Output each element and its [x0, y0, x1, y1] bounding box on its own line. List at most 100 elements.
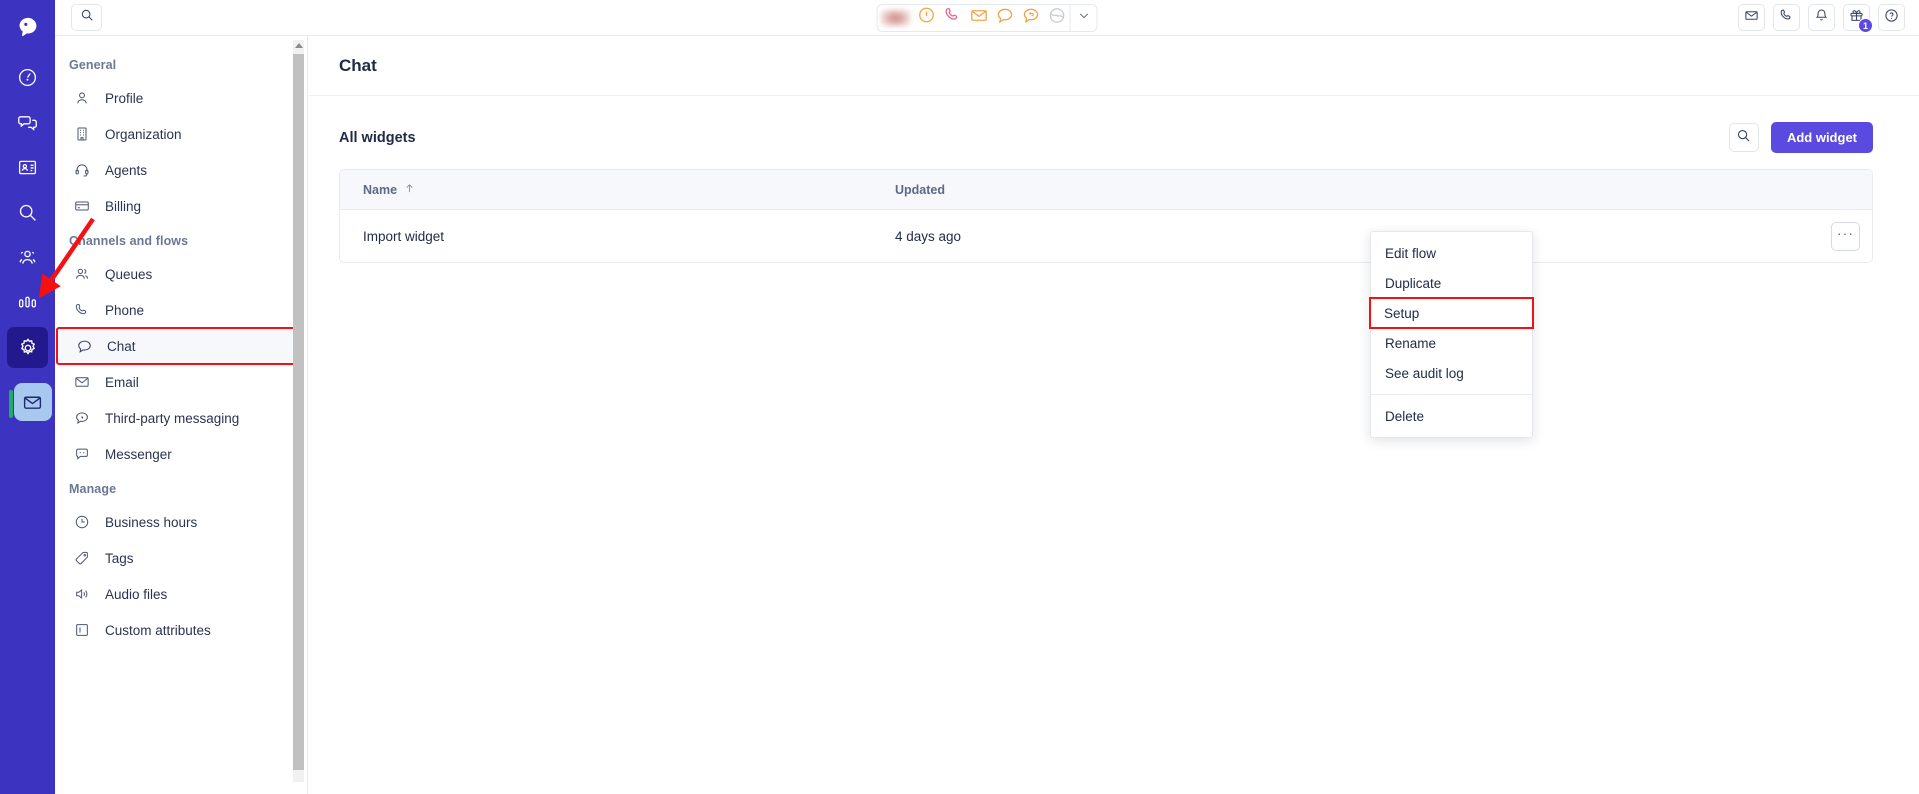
rail-bottom	[0, 380, 55, 428]
rail-item-search[interactable]	[7, 192, 48, 233]
sidebar-item-label: Agents	[105, 162, 148, 178]
sidebar-item-third-party-messaging[interactable]: Third-party messaging	[55, 400, 307, 436]
main-content: Chat All widgets Add widget Name Updated…	[309, 36, 1919, 794]
global-search-button[interactable]	[71, 4, 102, 31]
person-icon	[73, 90, 91, 106]
sidebar-item-label: Phone	[105, 302, 145, 318]
sidebar-item-phone[interactable]: Phone	[55, 292, 307, 328]
chat-reply-icon	[1021, 6, 1040, 30]
page-header: Chat	[309, 36, 1919, 96]
row-context-menu: Edit flow Duplicate Setup Rename See aud…	[1369, 231, 1534, 438]
phone-icon	[73, 302, 91, 318]
sidebar-item-custom-attributes[interactable]: Custom attributes	[55, 612, 307, 648]
headset-icon	[73, 162, 91, 178]
chat-dots-icon	[73, 410, 91, 426]
scrollbar-thumb[interactable]	[293, 54, 304, 770]
clock-icon	[73, 514, 91, 530]
sidebar-item-queues[interactable]: Queues	[55, 256, 307, 292]
status-availability[interactable]	[914, 5, 940, 31]
topbar-whats-new-button[interactable]: 1	[1843, 4, 1873, 33]
status-messaging[interactable]	[1018, 5, 1044, 31]
gauge-icon	[17, 67, 38, 88]
chat-bubbles-icon	[17, 112, 38, 133]
contact-card-icon	[17, 157, 38, 178]
search-icon	[17, 202, 38, 223]
chat-bubble-icon	[75, 338, 93, 355]
settings-sidebar-scroll: General Profile Organization Agents Bill…	[55, 36, 307, 794]
building-icon	[73, 126, 91, 142]
table-row[interactable]: Import widget 4 days ago ···	[340, 210, 1872, 262]
widgets-table: Name Updated Import widget 4 days ago ··…	[339, 169, 1873, 263]
rail-item-email[interactable]	[13, 383, 52, 421]
sidebar-item-business-hours[interactable]: Business hours	[55, 504, 307, 540]
context-menu-item-duplicate[interactable]: Duplicate	[1371, 268, 1532, 298]
sidebar-item-label: Audio files	[105, 586, 168, 602]
row-menu-button[interactable]: ···	[1831, 221, 1860, 251]
rail-item-reports[interactable]	[7, 282, 48, 323]
status-phone[interactable]	[940, 5, 966, 31]
people-icon	[73, 266, 91, 282]
topbar-phone-button[interactable]	[1773, 4, 1800, 31]
chevron-down-icon	[1077, 9, 1090, 27]
status-other[interactable]	[1044, 5, 1070, 31]
add-widget-button[interactable]: Add widget	[1770, 122, 1873, 153]
sidebar-scrollbar[interactable]	[293, 40, 304, 782]
context-menu-separator	[1371, 394, 1532, 395]
topbar-email-button[interactable]	[1738, 4, 1765, 31]
search-icon	[1736, 128, 1751, 148]
sidebar-item-label: Queues	[105, 266, 153, 282]
sidebar-item-label: Business hours	[105, 514, 198, 530]
agent-status-cluster	[876, 3, 1098, 32]
sidebar-item-organization[interactable]: Organization	[55, 116, 307, 152]
table-column-header-name[interactable]: Name	[340, 183, 895, 197]
sidebar-item-label: Chat	[107, 338, 136, 354]
sidebar-item-label: Custom attributes	[105, 622, 211, 638]
sidebar-item-chat[interactable]: Chat	[56, 327, 298, 365]
envelope-icon	[969, 6, 988, 30]
context-menu-item-delete[interactable]: Delete	[1371, 401, 1532, 431]
sidebar-item-profile[interactable]: Profile	[55, 80, 307, 116]
online-status-indicator	[9, 390, 13, 418]
section-title: All widgets	[339, 129, 416, 146]
rail-item-conversations[interactable]	[7, 102, 48, 143]
topbar-notifications-button[interactable]	[1808, 4, 1835, 31]
credit-card-icon	[73, 198, 91, 214]
context-menu-item-see-audit-log[interactable]: See audit log	[1371, 358, 1532, 388]
people-icon	[17, 247, 38, 268]
sidebar-item-tags[interactable]: Tags	[55, 540, 307, 576]
rail-item-dashboard[interactable]	[7, 57, 48, 98]
context-menu-item-edit-flow[interactable]: Edit flow	[1371, 238, 1532, 268]
rail-item-settings[interactable]	[7, 327, 48, 368]
sidebar-item-email[interactable]: Email	[55, 364, 307, 400]
app-root: 1 General Profile Organization Agents Bi…	[0, 0, 1919, 794]
section-header: All widgets Add widget	[309, 96, 1919, 169]
table-column-header-updated[interactable]: Updated	[895, 183, 1295, 197]
column-label: Updated	[895, 182, 945, 197]
widget-search-button[interactable]	[1728, 123, 1759, 152]
globe-icon	[1047, 6, 1066, 30]
row-actions: ···	[1831, 221, 1860, 251]
sidebar-group-title-manage: Manage	[69, 482, 117, 496]
top-bar: 1	[55, 0, 1919, 36]
sidebar-item-agents[interactable]: Agents	[55, 152, 307, 188]
sidebar-item-label: Messenger	[105, 446, 172, 462]
square-bar-icon	[73, 622, 91, 638]
topbar-help-button[interactable]	[1878, 4, 1905, 31]
status-chat[interactable]	[992, 5, 1018, 31]
context-menu-item-setup[interactable]: Setup	[1369, 297, 1534, 329]
rail-item-teams[interactable]	[7, 237, 48, 278]
sidebar-item-messenger[interactable]: Messenger	[55, 436, 307, 472]
chat-bubble-logo-icon[interactable]	[7, 6, 48, 47]
redacted-status-label	[880, 8, 911, 27]
rail-item-contacts[interactable]	[7, 147, 48, 188]
cell-updated: 4 days ago	[895, 228, 962, 244]
status-dropdown-toggle[interactable]	[1071, 5, 1097, 31]
scroll-up-arrow-icon[interactable]	[294, 43, 303, 48]
context-menu-item-rename[interactable]: Rename	[1371, 328, 1532, 358]
search-icon	[80, 8, 94, 27]
sidebar-item-audio-files[interactable]: Audio files	[55, 576, 307, 612]
table-header-row: Name Updated	[340, 170, 1872, 210]
sidebar-item-billing[interactable]: Billing	[55, 188, 307, 224]
status-email[interactable]	[966, 5, 992, 31]
tag-icon	[73, 550, 91, 566]
